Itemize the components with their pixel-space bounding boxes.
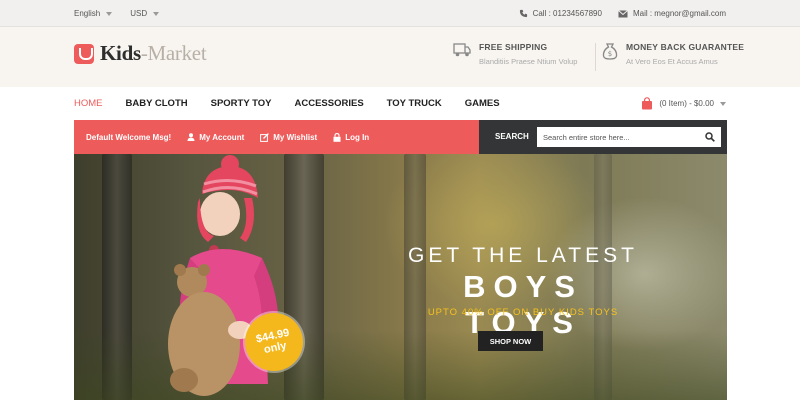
call-text: Call : 01234567890 xyxy=(532,9,602,18)
shopping-bag-icon xyxy=(642,97,653,110)
account-bar: Default Welcome Msg! My Account My Wishl… xyxy=(74,120,479,154)
search-input[interactable] xyxy=(543,132,693,142)
site-header: Kids-Market FREE SHIPPING Blanditiis Pra… xyxy=(0,27,800,87)
currency-label: USD xyxy=(130,9,148,18)
top-bar: English USD Call : 01234567890 Mail : me… xyxy=(0,0,800,27)
my-account-label: My Account xyxy=(199,132,245,142)
truck-icon xyxy=(453,43,471,57)
hero-offer: UPTO 40% OFF ON BUY KIDS TOYS xyxy=(427,307,619,318)
search-icon[interactable] xyxy=(705,132,715,142)
login-label: Log In xyxy=(345,132,370,142)
phone-icon xyxy=(519,9,527,18)
nav-item-games[interactable]: GAMES xyxy=(465,98,500,109)
feature-money-back: $ MONEY BACK GUARANTEE At Vero Eos Et Ac… xyxy=(602,42,744,66)
my-account-link[interactable]: My Account xyxy=(187,133,244,142)
nav-item-sporty-toy[interactable]: SPORTY TOY xyxy=(211,98,272,109)
money-bag-icon: $ xyxy=(602,43,618,60)
logo-main: Kids xyxy=(100,41,141,65)
my-wishlist-label: My Wishlist xyxy=(273,132,318,142)
feature-free-shipping: FREE SHIPPING Blanditiis Praese Ntium Vo… xyxy=(453,42,577,66)
site-logo[interactable]: Kids-Market xyxy=(74,41,207,66)
hero-banner[interactable]: $44.99 only GET THE LATEST BOYS TOYS UPT… xyxy=(74,154,727,400)
svg-text:$: $ xyxy=(608,50,612,58)
mail-info[interactable]: Mail : megnor@gmail.com xyxy=(618,9,726,18)
welcome-message: Default Welcome Msg! xyxy=(86,132,172,142)
search-bar: SEARCH xyxy=(479,120,727,154)
main-nav: HOME BABY CLOTH SPORTY TOY ACCESSORIES T… xyxy=(0,87,800,120)
language-label: English xyxy=(74,9,101,18)
edit-icon xyxy=(260,132,270,142)
mail-text: Mail : megnor@gmail.com xyxy=(632,9,726,18)
feature-title: FREE SHIPPING xyxy=(479,42,548,52)
hero-heading: GET THE LATEST xyxy=(408,244,638,267)
lock-icon xyxy=(333,132,341,142)
logo-text: Kids-Market xyxy=(100,41,207,66)
feature-subtitle: Blanditiis Praese Ntium Volup xyxy=(479,57,578,66)
chevron-down-icon xyxy=(106,11,113,16)
logo-accent: -Market xyxy=(140,41,207,65)
search-box xyxy=(537,127,721,147)
cart-summary: (0 Item) - $0.00 xyxy=(659,99,714,108)
feature-divider xyxy=(595,43,596,71)
my-wishlist-link[interactable]: My Wishlist xyxy=(260,133,317,142)
nav-item-toy-truck[interactable]: TOY TRUCK xyxy=(387,98,442,109)
cart-dropdown[interactable]: (0 Item) - $0.00 xyxy=(641,87,726,120)
call-info: Call : 01234567890 xyxy=(519,9,602,18)
feature-subtitle: At Vero Eos Et Accus Amus xyxy=(626,57,718,66)
nav-item-accessories[interactable]: ACCESSORIES xyxy=(295,98,364,109)
nav-item-baby-cloth[interactable]: BABY CLOTH xyxy=(126,98,188,109)
nav-item-home[interactable]: HOME xyxy=(74,98,103,109)
search-label: SEARCH xyxy=(495,132,529,141)
language-selector[interactable]: English xyxy=(74,9,113,18)
login-link[interactable]: Log In xyxy=(333,133,369,142)
currency-selector[interactable]: USD xyxy=(130,9,160,18)
user-icon xyxy=(187,133,195,141)
chevron-down-icon xyxy=(153,11,160,16)
shop-now-button[interactable]: SHOP NOW xyxy=(478,331,543,351)
envelope-icon xyxy=(618,9,628,17)
logo-icon xyxy=(74,43,94,64)
chevron-down-icon xyxy=(720,101,726,106)
feature-title: MONEY BACK GUARANTEE xyxy=(626,42,745,52)
